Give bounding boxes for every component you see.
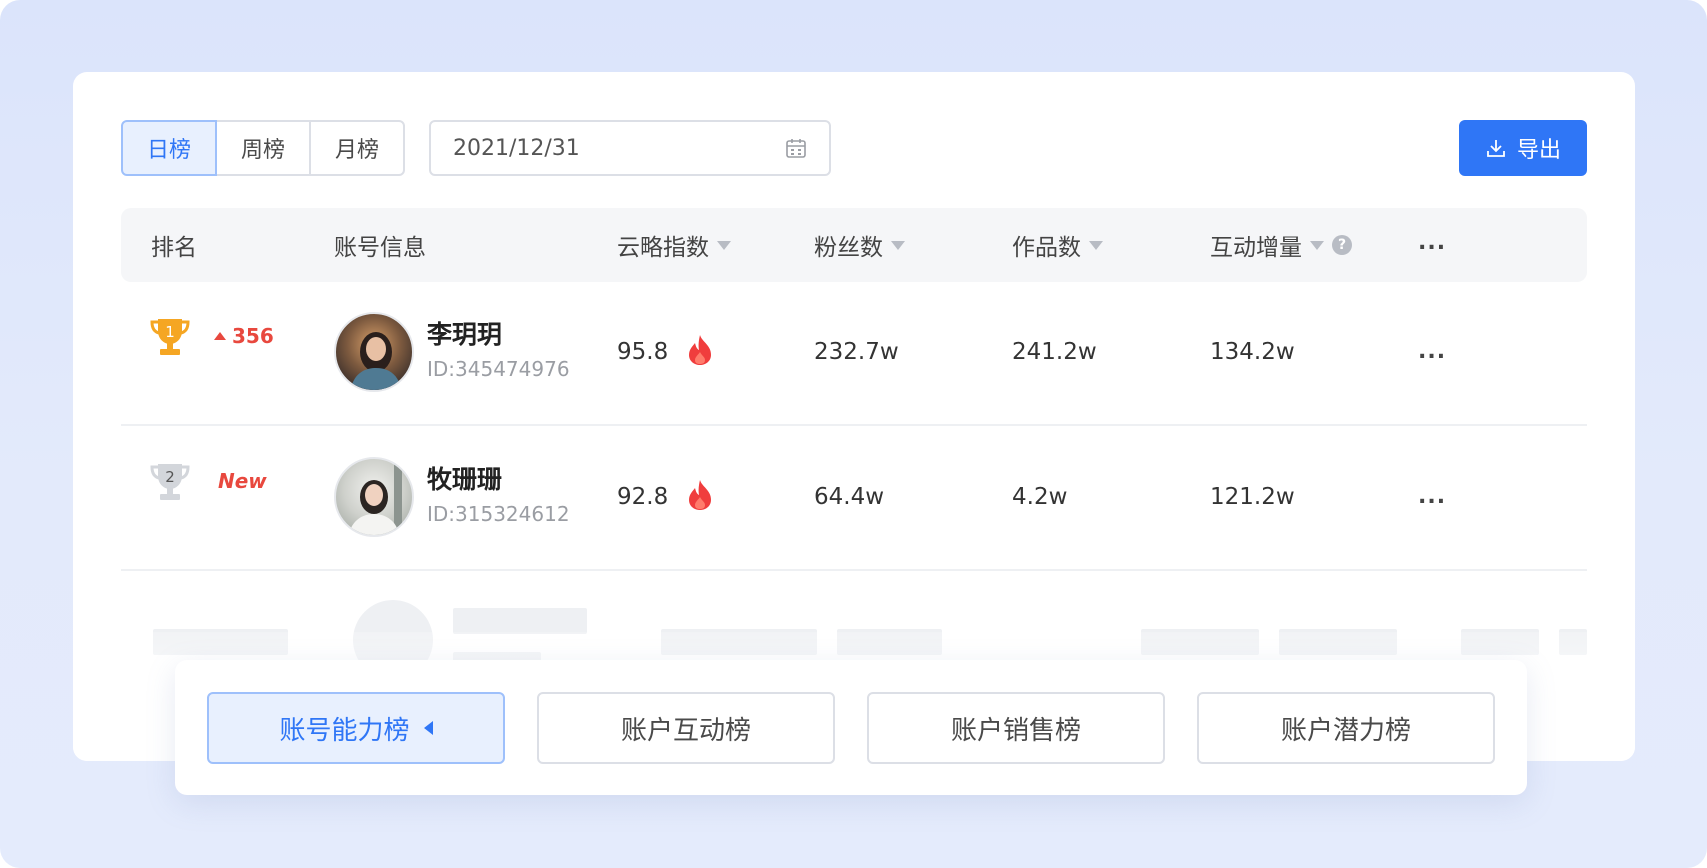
header-account: 账号信息 — [334, 235, 426, 261]
avatar-photo — [350, 332, 402, 390]
works-value: 241.2w — [1012, 339, 1097, 365]
gold-trophy-icon: 1 — [150, 319, 190, 355]
header-interaction[interactable]: 互动增量? — [1210, 208, 1352, 282]
header-index[interactable]: 云略指数 — [617, 208, 731, 282]
period-segmented-control: 日榜 周榜 月榜 — [121, 120, 405, 176]
works-value: 4.2w — [1012, 484, 1068, 510]
new-tag: New — [218, 469, 267, 493]
tab-account-potential[interactable]: 账户潜力榜 — [1197, 692, 1495, 764]
tab-weekly[interactable]: 周榜 — [215, 120, 311, 176]
index-value: 92.8 — [617, 484, 669, 510]
sort-caret-icon — [717, 240, 731, 250]
date-value: 2021/12/31 — [453, 135, 580, 161]
avatar[interactable] — [334, 457, 414, 537]
tab-label: 账号能力榜 — [279, 715, 410, 746]
avatar-photo — [348, 459, 402, 535]
tab-label: 账户销售榜 — [950, 715, 1081, 746]
flame-icon — [689, 480, 711, 510]
tab-monthly[interactable]: 月榜 — [309, 120, 405, 176]
flame-icon — [689, 335, 711, 365]
table-row[interactable]: 1 356 李玥玥 ID:345474976 95.8 232.7w 241.2… — [121, 283, 1587, 426]
up-arrow-icon — [214, 332, 226, 340]
row-more-button[interactable]: ... — [1418, 484, 1446, 509]
board-tabs-panel: 账号能力榜 账户互动榜 账户销售榜 账户潜力榜 — [175, 660, 1527, 795]
calendar-icon[interactable] — [785, 137, 807, 159]
rank-number: 2 — [165, 468, 175, 486]
sort-caret-icon — [891, 240, 905, 250]
fans-value: 232.7w — [814, 339, 899, 365]
account-id: ID:345474976 — [427, 357, 570, 381]
tab-label: 账户互动榜 — [620, 715, 751, 746]
skeleton-bar — [453, 608, 587, 634]
date-picker[interactable]: 2021/12/31 — [429, 120, 831, 176]
tab-account-interaction[interactable]: 账户互动榜 — [537, 692, 835, 764]
interaction-value: 121.2w — [1210, 484, 1295, 510]
fans-value: 64.4w — [814, 484, 885, 510]
row-more-button[interactable]: ... — [1418, 339, 1446, 364]
avatar[interactable] — [334, 312, 414, 392]
tab-account-ability[interactable]: 账号能力榜 — [207, 692, 505, 764]
header-fans[interactable]: 粉丝数 — [814, 208, 905, 282]
account-name[interactable]: 李玥玥 — [427, 315, 502, 351]
header-works[interactable]: 作品数 — [1012, 208, 1103, 282]
index-value: 95.8 — [617, 339, 669, 365]
help-icon[interactable]: ? — [1332, 235, 1352, 255]
download-icon — [1487, 140, 1505, 157]
header-more[interactable]: ... — [1418, 230, 1446, 255]
rank-number: 1 — [165, 323, 175, 341]
tab-account-sales[interactable]: 账户销售榜 — [867, 692, 1165, 764]
table-header: 排名 账号信息 云略指数 粉丝数 作品数 互动增量? ... — [121, 208, 1587, 282]
sort-caret-icon — [1089, 240, 1103, 250]
table-row[interactable]: 2 New 牧珊珊 ID:315324612 92.8 64.4w 4.2w 1… — [121, 428, 1587, 571]
silver-trophy-icon: 2 — [150, 464, 190, 500]
rank-change: 356 — [214, 324, 274, 348]
tab-label: 账户潜力榜 — [1280, 715, 1411, 746]
header-rank: 排名 — [151, 235, 197, 261]
caret-left-icon — [423, 721, 433, 735]
ranking-card: 日榜 周榜 月榜 2021/12/31 导出 排名 账号信息 云略指数 粉丝数 … — [73, 72, 1635, 761]
interaction-value: 134.2w — [1210, 339, 1295, 365]
sort-caret-icon — [1310, 240, 1324, 250]
account-id: ID:315324612 — [427, 502, 570, 526]
export-button[interactable]: 导出 — [1459, 120, 1587, 176]
export-label: 导出 — [1516, 138, 1561, 163]
tab-daily[interactable]: 日榜 — [121, 120, 217, 176]
account-name[interactable]: 牧珊珊 — [427, 460, 502, 496]
